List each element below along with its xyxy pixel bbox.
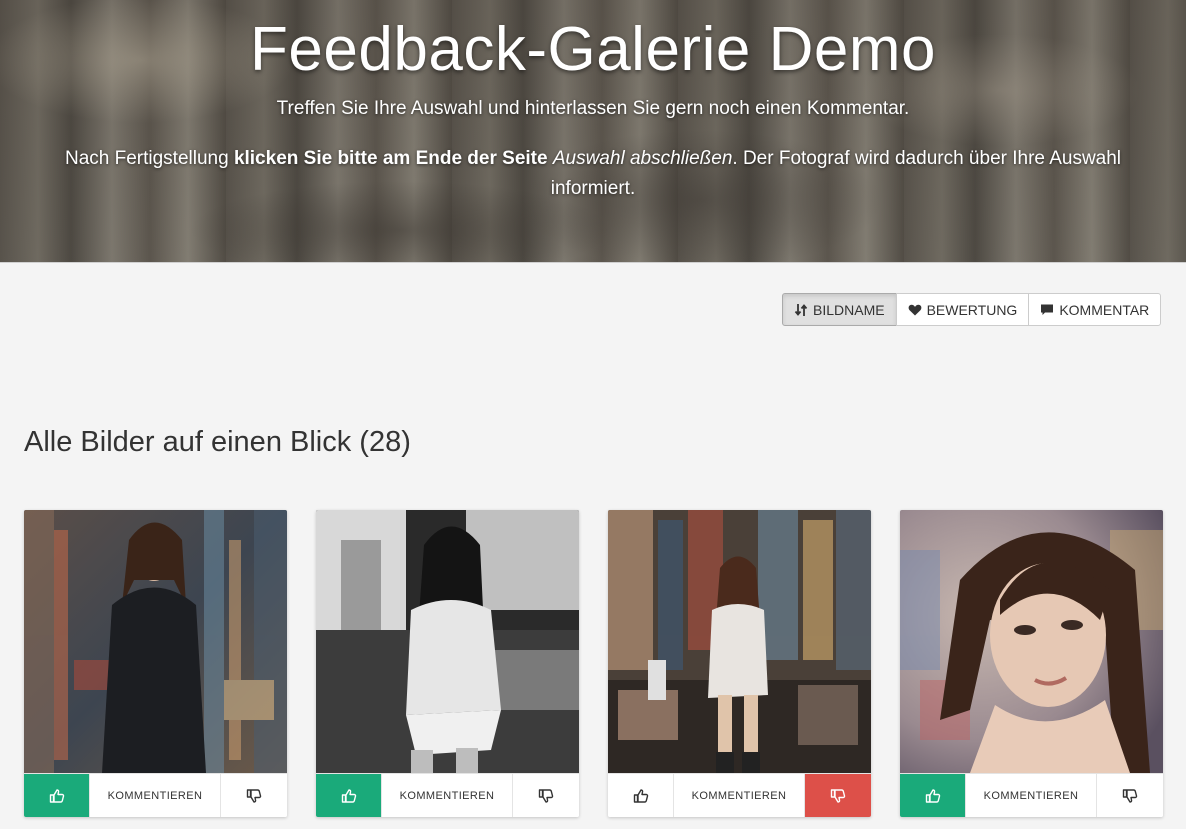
- hero-instructions-prefix: Nach Fertigstellung: [64, 148, 234, 169]
- thumbs-up-icon: [341, 788, 356, 803]
- photo-thumbnail[interactable]: [608, 510, 871, 773]
- speech-bubble-icon: [1041, 304, 1054, 315]
- heart-icon: [908, 304, 921, 315]
- photo-card: KOMMENTIEREN: [608, 510, 871, 817]
- photo-card: KOMMENTIEREN: [900, 510, 1163, 817]
- comment-button[interactable]: KOMMENTIEREN: [966, 774, 1097, 817]
- sort-arrows-icon: [794, 303, 808, 316]
- gallery-title: Alle Bilder auf einen Blick (28): [24, 426, 411, 458]
- page-title: Feedback-Galerie Demo: [250, 15, 936, 84]
- thumbs-down-icon: [246, 788, 262, 803]
- sort-by-name-label: BILDNAME: [813, 301, 885, 318]
- sort-by-comment-label: KOMMENTAR: [1059, 301, 1150, 318]
- photo-card: KOMMENTIEREN: [24, 510, 287, 817]
- photo-thumbnail[interactable]: [316, 510, 579, 773]
- thumbs-up-icon: [49, 788, 64, 803]
- card-actions: KOMMENTIEREN: [608, 773, 871, 817]
- card-actions: KOMMENTIEREN: [900, 773, 1163, 817]
- thumbs-down-icon: [1122, 788, 1138, 803]
- hero-instructions-bold: klicken Sie bitte am Ende der Seite: [233, 148, 548, 169]
- sort-by-name-button[interactable]: BILDNAME: [782, 293, 897, 326]
- photo-card: KOMMENTIEREN: [316, 510, 579, 817]
- like-button[interactable]: [608, 774, 674, 817]
- photo-thumbnail[interactable]: [24, 510, 287, 773]
- thumbs-up-icon: [633, 788, 648, 803]
- dislike-button[interactable]: [805, 774, 871, 817]
- sort-by-rating-label: BEWERTUNG: [926, 301, 1018, 318]
- hero-subtitle: Treffen Sie Ihre Auswahl und hinterlasse…: [276, 98, 910, 119]
- dislike-button[interactable]: [221, 774, 287, 817]
- hero-instructions-italic: Auswahl abschließen: [552, 148, 733, 169]
- card-actions: KOMMENTIEREN: [24, 773, 287, 817]
- thumbs-down-icon: [830, 788, 846, 803]
- thumbs-up-icon: [925, 788, 940, 803]
- comment-button[interactable]: KOMMENTIEREN: [674, 774, 805, 817]
- like-button[interactable]: [24, 774, 90, 817]
- like-button[interactable]: [900, 774, 966, 817]
- card-actions: KOMMENTIEREN: [316, 773, 579, 817]
- hero-instructions: Nach Fertigstellung klicken Sie bitte am…: [40, 144, 1146, 204]
- sort-button-group: BILDNAME BEWERTUNG KOMMENTAR: [782, 293, 1162, 326]
- photo-thumbnail[interactable]: [900, 510, 1163, 773]
- comment-button[interactable]: KOMMENTIEREN: [382, 774, 513, 817]
- sort-by-rating-button[interactable]: BEWERTUNG: [895, 293, 1030, 326]
- sort-by-comment-button[interactable]: KOMMENTAR: [1028, 293, 1162, 326]
- like-button[interactable]: [316, 774, 382, 817]
- dislike-button[interactable]: [1097, 774, 1163, 817]
- dislike-button[interactable]: [513, 774, 579, 817]
- thumbs-down-icon: [538, 788, 554, 803]
- comment-button[interactable]: KOMMENTIEREN: [90, 774, 221, 817]
- hero-header: Feedback-Galerie Demo Treffen Sie Ihre A…: [0, 0, 1186, 263]
